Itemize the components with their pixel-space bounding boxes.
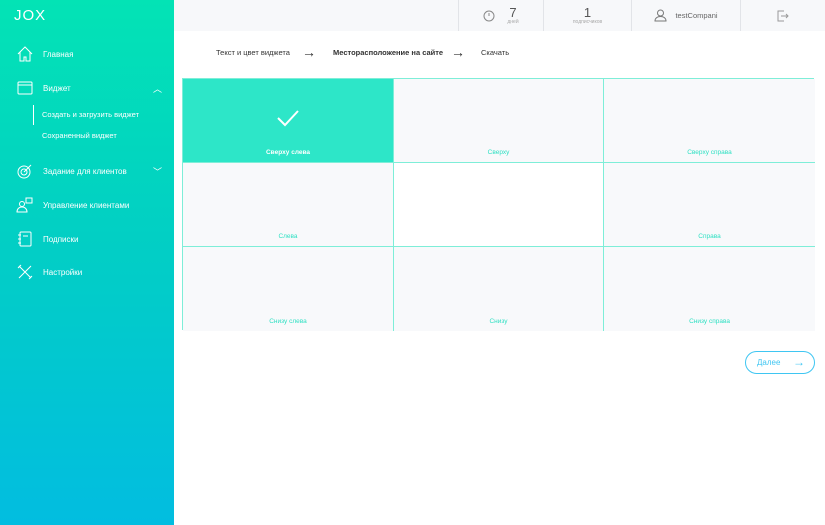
step-text-color[interactable]: Текст и цвет виджета	[216, 48, 290, 57]
position-label: Снизу	[489, 318, 508, 325]
logout-icon	[777, 10, 789, 21]
arrow-right-icon: →	[451, 44, 465, 60]
position-label: Сверху слева	[265, 149, 311, 156]
arrow-right-icon: →	[793, 355, 805, 369]
days-value: 7	[509, 4, 517, 20]
chevron-up-icon[interactable]: ︿	[153, 82, 162, 95]
position-label: Снизу слева	[269, 318, 307, 325]
position-label: Сверху справа	[687, 149, 732, 156]
position-grid: Сверху слева Сверху Сверху справа Слева …	[182, 78, 815, 331]
position-label: Снизу справа	[689, 318, 730, 325]
position-label: Справа	[698, 233, 721, 240]
sidebar-item-client-management[interactable]: Управление клиентами	[16, 196, 166, 214]
position-center	[394, 163, 604, 247]
sidebar-item-client-tasks[interactable]: Задание для клиентов ﹀	[16, 162, 166, 180]
clock-icon	[483, 10, 495, 21]
chevron-down-icon[interactable]: ﹀	[153, 165, 162, 178]
active-indicator	[33, 105, 34, 125]
position-bottom-right[interactable]: Снизу справа	[604, 247, 815, 331]
position-top-left[interactable]: Сверху слева	[183, 79, 394, 163]
sidebar-item-label: Управление клиентами	[43, 200, 130, 210]
sidebar-subitem-create-widget[interactable]: Создать и загрузить виджет	[42, 110, 139, 119]
user-profile[interactable]: testCompani	[631, 0, 740, 31]
position-bottom[interactable]: Снизу	[394, 247, 604, 331]
step-placement[interactable]: Месторасположение на сайте	[333, 48, 443, 57]
user-icon	[654, 9, 667, 22]
position-label: Слева	[278, 233, 298, 240]
next-label: Далее	[757, 358, 781, 367]
position-label: Сверху	[487, 149, 510, 156]
sidebar-item-settings[interactable]: Настройки	[16, 263, 166, 281]
days-label: дней	[507, 18, 519, 25]
target-icon	[17, 164, 32, 179]
users-manage-icon	[16, 197, 33, 213]
days-counter: 7 дней	[458, 0, 543, 31]
home-icon	[17, 46, 33, 62]
notebook-icon	[18, 231, 32, 247]
logo: JOX	[14, 7, 47, 24]
sidebar-item-subscriptions[interactable]: Подписки	[16, 230, 166, 248]
subscribers-counter: 1 подписчиков	[543, 0, 631, 31]
arrow-right-icon: →	[302, 44, 316, 60]
sidebar-item-label: Настройки	[43, 267, 83, 277]
checkmark-icon	[277, 110, 299, 127]
sidebar-item-home[interactable]: Главная	[16, 45, 166, 63]
sidebar-item-label: Виджет	[43, 83, 71, 93]
top-bar: 7 дней 1 подписчиков testCompani	[174, 0, 825, 31]
step-download[interactable]: Скачать	[481, 48, 509, 57]
sidebar-subitem-saved-widget[interactable]: Сохраненный виджет	[42, 131, 117, 140]
next-button[interactable]: Далее →	[745, 351, 815, 374]
sidebar-item-widget[interactable]: Виджет ︿	[16, 79, 166, 97]
position-top[interactable]: Сверху	[394, 79, 604, 163]
sidebar-item-label: Главная	[43, 49, 74, 59]
position-top-right[interactable]: Сверху справа	[604, 79, 815, 163]
sidebar: JOX Главная Виджет ︿ Создать и загрузить…	[0, 0, 174, 525]
subscribers-label: подписчиков	[572, 18, 603, 25]
position-left[interactable]: Слева	[183, 163, 394, 247]
position-right[interactable]: Справа	[604, 163, 815, 247]
subscribers-value: 1	[583, 4, 592, 20]
tools-icon	[17, 264, 33, 280]
username: testCompani	[675, 11, 718, 20]
position-bottom-left[interactable]: Снизу слева	[183, 247, 394, 331]
logout-button[interactable]	[740, 0, 825, 31]
browser-window-icon	[17, 81, 33, 95]
sidebar-item-label: Задание для клиентов	[43, 166, 127, 176]
sidebar-item-label: Подписки	[43, 234, 79, 244]
